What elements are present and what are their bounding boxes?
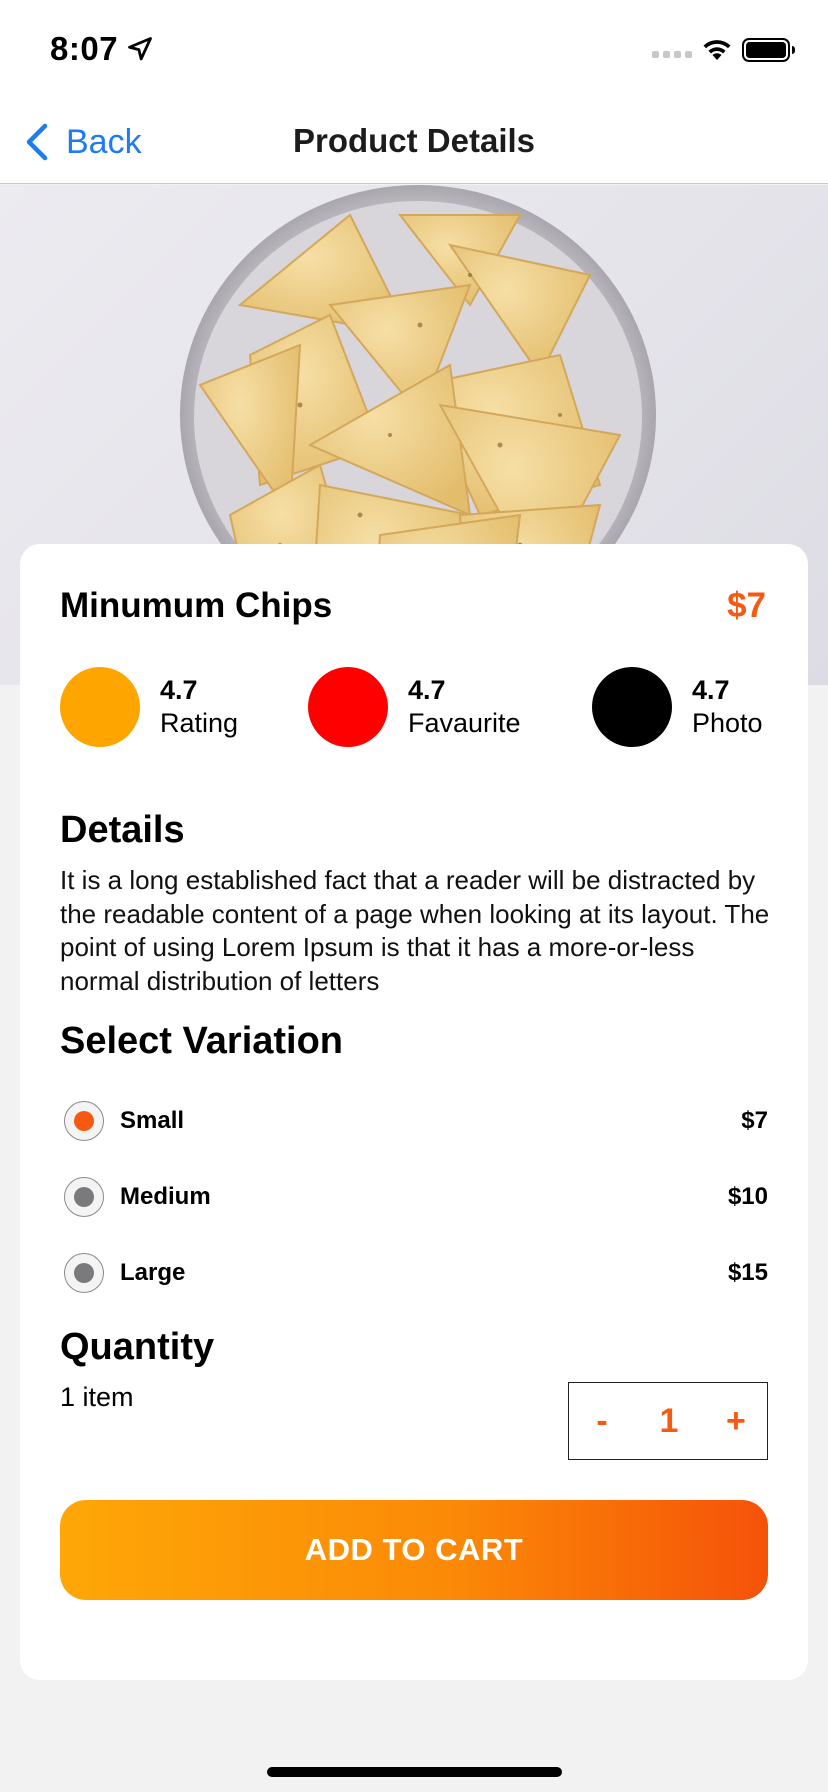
- variation-label: Medium: [120, 1183, 211, 1210]
- stat-rating: 4.7 Rating: [60, 666, 238, 748]
- product-name: Minumum Chips: [60, 586, 333, 625]
- details-text: It is a long established fact that a rea…: [60, 865, 770, 996]
- status-bar: 8:07: [0, 0, 828, 100]
- status-time: 8:07: [50, 30, 119, 67]
- add-to-cart-button[interactable]: ADD TO CART: [60, 1500, 768, 1600]
- stat-value: 4.7: [408, 675, 446, 705]
- quantity-heading: Quantity: [60, 1326, 215, 1368]
- stat-label: Photo: [692, 708, 763, 738]
- decrement-button[interactable]: -: [587, 1402, 617, 1441]
- navigation-bar: Back Product Details: [0, 100, 828, 184]
- details-heading: Details: [60, 809, 185, 851]
- location-arrow-icon: [128, 37, 152, 61]
- variation-price: $7: [741, 1107, 768, 1134]
- variation-option-large[interactable]: Large $15: [60, 1250, 768, 1296]
- variation-price: $15: [727, 1259, 768, 1286]
- stat-label: Rating: [160, 708, 239, 738]
- stat-label: Favaurite: [408, 708, 521, 738]
- photo-circle-icon: [592, 667, 672, 747]
- radio-unselected-icon[interactable]: [64, 1253, 104, 1293]
- quantity-stepper: - 1 +: [568, 1382, 768, 1460]
- variation-option-medium[interactable]: Medium $10: [60, 1174, 768, 1220]
- variation-heading: Select Variation: [60, 1020, 344, 1062]
- product-card: Minumum Chips $7 4.7 Rating 4.7 Favaurit…: [20, 544, 808, 1680]
- rating-circle-icon: [60, 667, 140, 747]
- stat-photo: 4.7 Photo: [592, 666, 763, 748]
- battery-icon: [742, 38, 795, 62]
- stat-favourite: 4.7 Favaurite: [308, 666, 521, 748]
- radio-selected-icon[interactable]: [64, 1101, 104, 1141]
- stat-value: 4.7: [160, 675, 198, 705]
- add-to-cart-label: ADD TO CART: [304, 1532, 524, 1567]
- variation-label: Large: [120, 1259, 186, 1286]
- quantity-value: 1: [659, 1401, 679, 1440]
- product-price: $7: [727, 586, 766, 625]
- stat-value: 4.7: [692, 675, 730, 705]
- favourite-circle-icon: [308, 667, 388, 747]
- variation-option-small[interactable]: Small $7: [60, 1098, 768, 1144]
- radio-unselected-icon[interactable]: [64, 1177, 104, 1217]
- cellular-signal-icon: [652, 51, 692, 58]
- variation-label: Small: [120, 1107, 185, 1134]
- quantity-item-count: 1 item: [60, 1382, 134, 1412]
- page-title: Product Details: [292, 122, 536, 159]
- variation-price: $10: [727, 1183, 768, 1210]
- home-indicator: [267, 1767, 562, 1777]
- wifi-icon: [703, 40, 731, 60]
- increment-button[interactable]: +: [721, 1402, 751, 1441]
